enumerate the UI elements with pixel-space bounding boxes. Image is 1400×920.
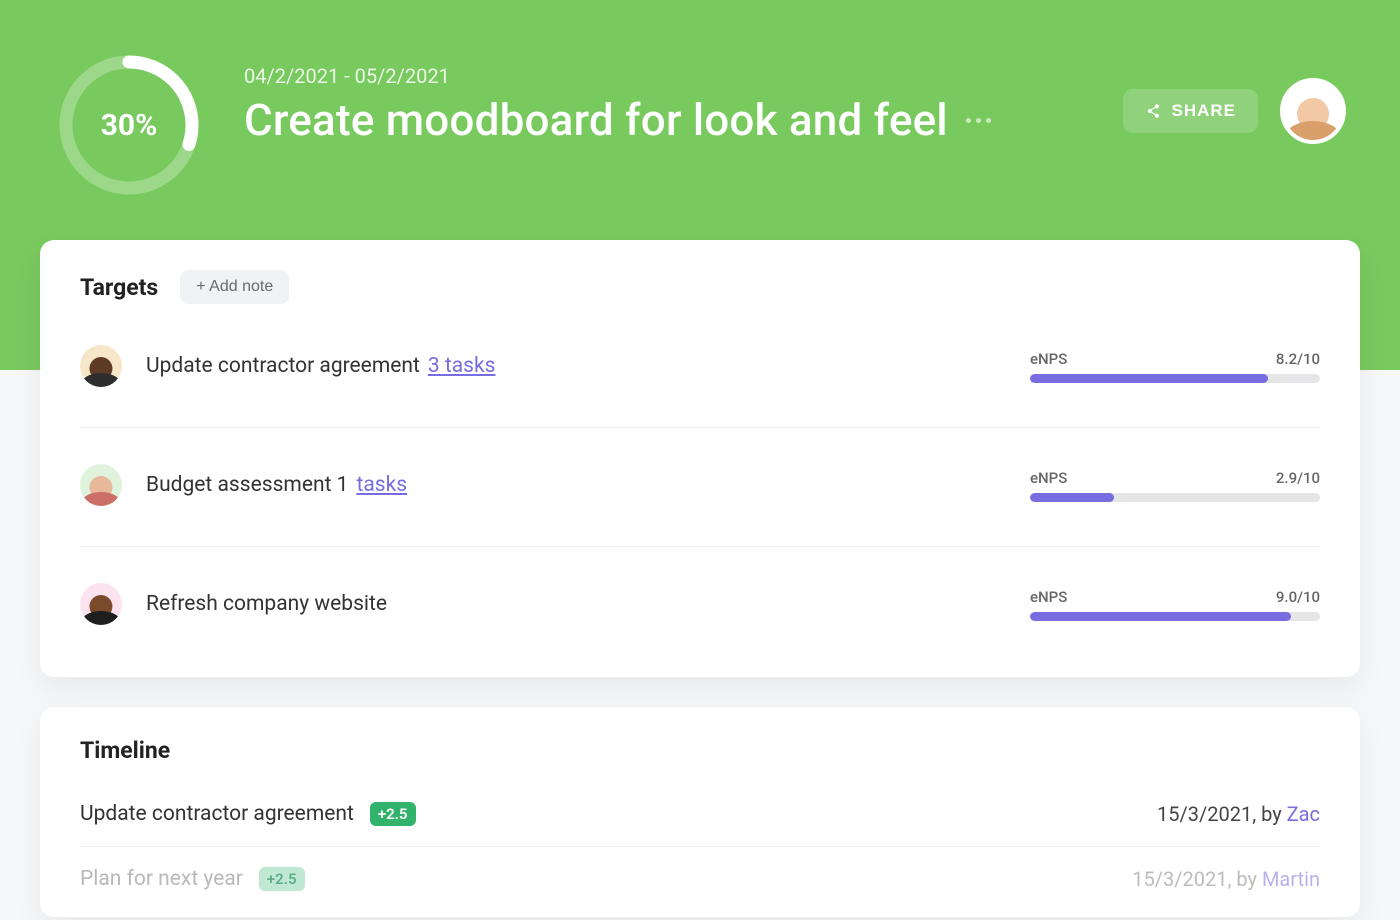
assignee-avatar[interactable] [80, 464, 122, 506]
targets-card: Targets + Add note Update contractor agr… [40, 240, 1360, 677]
assignee-avatar[interactable] [80, 345, 122, 387]
targets-list: Update contractor agreement 3 tasks eNPS 8… [80, 322, 1320, 647]
metric-bar [1030, 374, 1320, 383]
timeline-item-title: Plan for next year [80, 867, 243, 891]
date-range: 04/2/2021 - 05/2/2021 [244, 64, 1083, 88]
target-title: Update contractor agreement [146, 354, 420, 378]
tasks-link[interactable]: tasks [356, 473, 407, 497]
assignee-avatar[interactable] [80, 583, 122, 625]
target-row[interactable]: Budget assessment 1 tasks eNPS 2.9/10 [80, 427, 1320, 528]
target-metric: eNPS 2.9/10 [1030, 469, 1320, 502]
share-button-label: SHARE [1171, 101, 1236, 121]
target-main: Update contractor agreement 3 tasks [146, 354, 1006, 378]
metric-bar [1030, 612, 1320, 621]
timeline-list: Update contractor agreement +2.5 15/3/2021… [80, 782, 1320, 911]
target-metric: eNPS 9.0/10 [1030, 588, 1320, 621]
targets-title: Targets [80, 274, 158, 301]
delta-badge: +2.5 [259, 867, 305, 891]
metric-value: 2.9/10 [1276, 469, 1320, 487]
target-title: Refresh company website [146, 592, 387, 616]
metric-label: eNPS [1030, 350, 1067, 368]
target-main: Budget assessment 1 tasks [146, 473, 1006, 497]
timeline-meta: 15/3/2021, by Zac [1157, 802, 1320, 826]
share-button[interactable]: SHARE [1123, 89, 1258, 133]
target-metric: eNPS 8.2/10 [1030, 350, 1320, 383]
timeline-row[interactable]: Plan for next year +2.5 15/3/2021, by Mart… [80, 846, 1320, 911]
target-row[interactable]: Update contractor agreement 3 tasks eNPS 8… [80, 322, 1320, 409]
tasks-link[interactable]: 3 tasks [428, 354, 496, 378]
timeline-meta: 15/3/2021, by Martin [1132, 867, 1320, 891]
add-note-button[interactable]: + Add note [180, 270, 289, 304]
progress-ring: 30% [54, 50, 204, 200]
progress-percent-label: 30% [54, 50, 204, 200]
timeline-row[interactable]: Update contractor agreement +2.5 15/3/2021… [80, 782, 1320, 846]
target-main: Refresh company website [146, 592, 1006, 616]
share-icon [1145, 103, 1161, 119]
timeline-card: Timeline Update contractor agreement +2.5… [40, 707, 1360, 917]
page-title: Create moodboard for look and feel [244, 94, 948, 146]
target-title: Budget assessment 1 [146, 473, 348, 497]
owner-avatar[interactable] [1280, 78, 1346, 144]
timeline-title: Timeline [80, 737, 170, 764]
timeline-author[interactable]: Martin [1262, 867, 1320, 891]
delta-badge: +2.5 [370, 802, 416, 826]
timeline-author[interactable]: Zac [1287, 802, 1320, 826]
metric-value: 8.2/10 [1276, 350, 1320, 368]
metric-label: eNPS [1030, 469, 1067, 487]
metric-label: eNPS [1030, 588, 1067, 606]
more-icon[interactable] [966, 118, 991, 123]
target-row[interactable]: Refresh company website eNPS 9.0/10 [80, 546, 1320, 647]
metric-bar [1030, 493, 1320, 502]
metric-value: 9.0/10 [1276, 588, 1320, 606]
timeline-item-title: Update contractor agreement [80, 802, 354, 826]
